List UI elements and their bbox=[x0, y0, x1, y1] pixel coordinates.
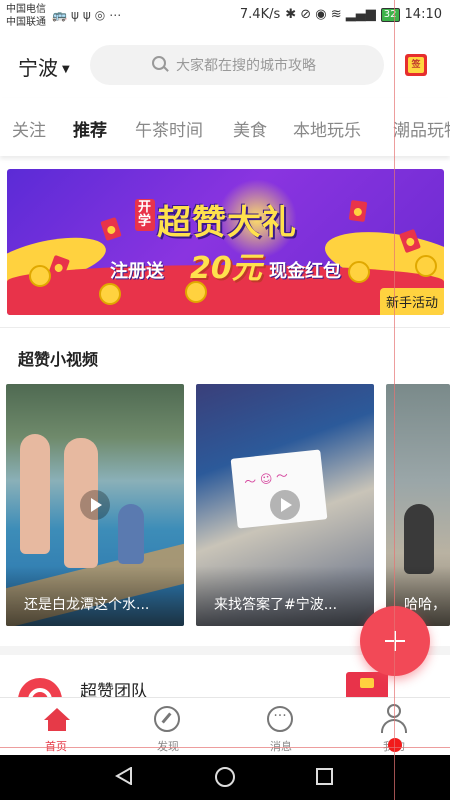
red-envelope-icon bbox=[348, 199, 368, 223]
search-icon bbox=[152, 56, 166, 70]
video-thumbnail-figure bbox=[20, 434, 50, 554]
notification-dot bbox=[388, 738, 402, 752]
search-header: 宁波 ▼ 大家都在搜的城市攻略 签 bbox=[0, 32, 450, 98]
video-caption: 来找答案了#宁波... bbox=[214, 597, 338, 613]
banner-amount: 20元 bbox=[190, 251, 262, 286]
discover-icon bbox=[154, 706, 180, 732]
status-bar: 中国电信 中国联通 🚌ψψ◎⋯ 7.4K/s ✱ ⊘ ◉ ≋ ▂▄▆ 32 14… bbox=[0, 0, 450, 32]
caret-down-icon: ▼ bbox=[62, 64, 70, 75]
clock: 14:10 bbox=[404, 7, 442, 22]
checkin-icon: 签 bbox=[408, 57, 424, 73]
system-nav-bar bbox=[0, 755, 450, 800]
nav-home-label: 首页 bbox=[45, 740, 67, 753]
coin-icon bbox=[29, 265, 51, 287]
category-tabs: 关注 推荐 午茶时间 美食 本地玩乐 潮品玩物 bbox=[0, 98, 450, 156]
network-speed: 7.4K/s bbox=[239, 7, 281, 22]
divider bbox=[0, 327, 450, 328]
tab-food[interactable]: 美食 bbox=[233, 116, 267, 141]
city-selector[interactable]: 宁波 ▼ bbox=[18, 52, 70, 81]
banner-kai-label: 开学 bbox=[135, 199, 155, 231]
back-icon[interactable] bbox=[115, 767, 133, 785]
recent-apps-icon[interactable] bbox=[316, 768, 333, 785]
tab-afternoon-tea[interactable]: 午茶时间 bbox=[135, 116, 203, 141]
carrier-2: 中国联通 bbox=[6, 17, 46, 28]
video-card[interactable]: ～ ☺ ～ 来找答案了#宁波... bbox=[196, 384, 374, 626]
new-user-tag: 新手活动 bbox=[379, 288, 444, 315]
search-bar[interactable]: 大家都在搜的城市攻略 bbox=[90, 45, 384, 85]
tab-local-fun[interactable]: 本地玩乐 bbox=[293, 116, 361, 141]
battery-icon: 32 bbox=[380, 7, 400, 22]
debug-guide-vertical bbox=[394, 0, 395, 800]
nav-messages-label: 消息 bbox=[270, 740, 292, 753]
section-title-videos: 超赞小视频 bbox=[18, 350, 99, 369]
carrier-info: 中国电信 中国联通 bbox=[6, 3, 46, 29]
video-card[interactable]: 哈哈， bbox=[386, 384, 450, 626]
notification-icons: 🚌ψψ◎⋯ bbox=[52, 8, 126, 22]
banner-subtitle-b: 现金红包 bbox=[269, 261, 341, 282]
nav-discover-label: 发现 bbox=[157, 740, 179, 753]
coin-icon bbox=[348, 261, 370, 283]
debug-guide-horizontal bbox=[0, 747, 450, 748]
video-thumbnail-figure bbox=[404, 504, 434, 574]
banner-title: 超赞大礼 bbox=[157, 203, 297, 243]
status-right: 7.4K/s ✱ ⊘ ◉ ≋ ▂▄▆ 32 14:10 bbox=[240, 7, 442, 22]
system-icons: ✱ ⊘ ◉ ≋ ▂▄▆ bbox=[285, 7, 376, 22]
video-caption: 还是白龙潭这个水... bbox=[24, 597, 150, 613]
coin-icon bbox=[99, 283, 121, 305]
home-icon bbox=[44, 708, 70, 732]
red-envelope-icon bbox=[100, 217, 122, 241]
tab-recommend[interactable]: 推荐 bbox=[73, 116, 107, 141]
coin-icon bbox=[415, 255, 437, 277]
play-icon[interactable] bbox=[80, 490, 110, 520]
carrier-1: 中国电信 bbox=[6, 4, 46, 15]
play-icon[interactable] bbox=[270, 490, 300, 520]
search-placeholder: 大家都在搜的城市攻略 bbox=[176, 58, 316, 74]
promo-banner[interactable]: 开学 超赞大礼 注册送 20元 现金红包 新手活动 bbox=[7, 169, 444, 315]
tab-trendy-goods[interactable]: 潮品玩物 bbox=[393, 116, 450, 141]
video-thumbnail-figure bbox=[118, 504, 144, 564]
message-icon: ··· bbox=[267, 706, 293, 732]
city-name: 宁波 bbox=[18, 56, 58, 80]
publish-fab-button[interactable] bbox=[360, 606, 430, 676]
tab-follow[interactable]: 关注 bbox=[12, 116, 46, 141]
banner-subtitle-a: 注册送 bbox=[110, 261, 164, 282]
video-card[interactable]: 还是白龙潭这个水... bbox=[6, 384, 184, 626]
checkin-button[interactable]: 签 bbox=[405, 54, 427, 76]
home-circle-icon[interactable] bbox=[215, 767, 235, 787]
